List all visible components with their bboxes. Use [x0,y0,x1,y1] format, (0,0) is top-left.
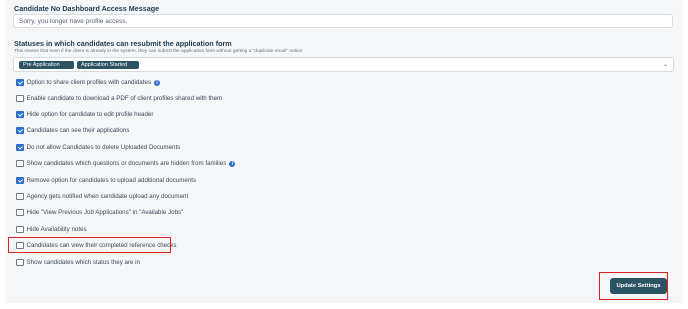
checkbox[interactable] [16,126,24,135]
status-tag-pre-application[interactable]: Pre Application [19,61,74,69]
checkbox[interactable] [16,192,24,201]
settings-panel: Candidate No Dashboard Access Message So… [5,0,683,303]
option-label: Enable candidate to download a PDF of cl… [26,95,223,102]
highlight-box-update-button [599,272,668,300]
status-tag-application-started[interactable]: Application Started [77,61,139,69]
option-hide-edit-profile-header[interactable]: Hide option for candidate to edit profil… [16,110,153,119]
checkbox[interactable] [16,94,24,103]
checkbox[interactable] [16,78,24,87]
option-label: Hide option for candidate to edit profil… [26,111,154,118]
checkbox[interactable] [16,225,24,234]
option-label: Agency gets notified when candidate uplo… [26,193,189,200]
info-icon[interactable]: i [229,160,236,167]
option-download-pdf[interactable]: Enable candidate to download a PDF of cl… [16,94,222,103]
option-hide-previous-applications[interactable]: Hide "View Previous Job Applications" in… [16,208,183,217]
option-share-client-profiles[interactable]: Option to share client profiles with can… [16,78,161,87]
no-access-title: Candidate No Dashboard Access Message [14,4,160,13]
option-label: Show candidates which status they are in [26,259,141,266]
option-see-applications[interactable]: Candidates can see their applications [16,126,129,135]
checkbox[interactable] [16,208,24,217]
option-remove-upload-additional[interactable]: Remove option for candidates to upload a… [16,176,196,185]
option-no-delete-documents[interactable]: Do not allow Candidates to delete Upload… [16,143,180,152]
highlight-box-reference-checks [8,237,171,253]
option-label: Remove option for candidates to upload a… [26,177,197,184]
option-label: Hide Availability notes [26,226,87,233]
checkbox[interactable] [16,110,24,119]
statuses-note: This means that even if the client is al… [14,49,303,54]
chevron-down-icon[interactable]: ⌄ [663,61,668,68]
option-agency-notified[interactable]: Agency gets notified when candidate uplo… [16,192,188,201]
checkbox[interactable] [16,159,24,168]
checkbox[interactable] [16,143,24,152]
statuses-title: Statuses in which candidates can resubmi… [14,39,232,48]
option-hide-availability-notes[interactable]: Hide Availability notes [16,225,87,234]
option-label: Hide "View Previous Job Applications" in… [26,209,184,216]
option-label: Do not allow Candidates to delete Upload… [26,144,181,151]
checkbox[interactable] [16,176,24,185]
option-label: Candidates can see their applications [26,127,130,134]
statuses-multiselect[interactable]: Pre Application Application Started ⌄ [13,57,674,72]
no-access-message-input[interactable]: Sorry, you longer have profile access. [13,14,673,28]
option-show-hidden-questions[interactable]: Show candidates which questions or docum… [16,159,236,168]
option-label: Show candidates which questions or docum… [26,160,227,167]
info-icon[interactable]: i [154,79,161,86]
option-label: Option to share client profiles with can… [26,79,152,86]
checkbox[interactable] [16,258,24,267]
option-show-status[interactable]: Show candidates which status they are in [16,258,140,267]
